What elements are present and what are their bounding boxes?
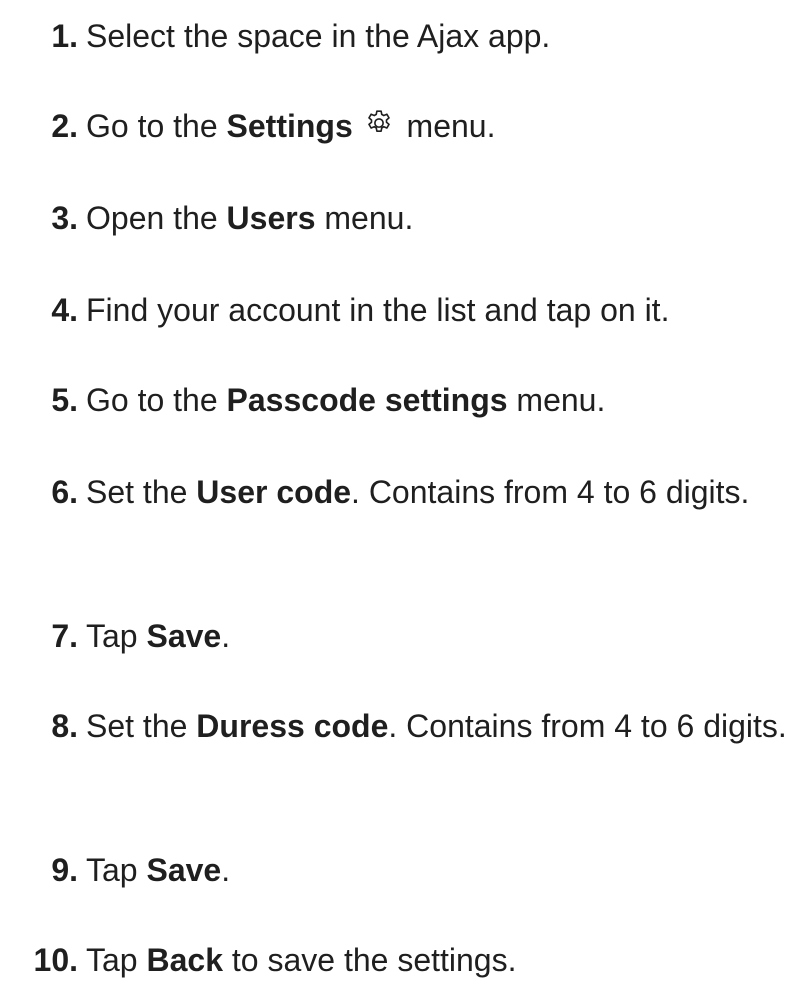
step-text-part: Tap <box>86 852 147 888</box>
step-number: 9. <box>51 852 78 888</box>
step-number: 10. <box>33 942 78 978</box>
passcode-settings-label: Passcode settings <box>226 382 508 418</box>
step-number: 4. <box>51 292 78 328</box>
step-text: Tap Back to save the settings. <box>86 937 796 983</box>
step-text-part: Set the <box>86 474 197 510</box>
step-text-part: Find your account in the list and tap on… <box>86 292 670 328</box>
step-text-part: Open the <box>86 200 227 236</box>
instruction-steps: 1. Select the space in the Ajax app. 2. … <box>0 0 800 992</box>
step-text: Set the User code. Contains from 4 to 6 … <box>86 469 796 515</box>
step-text: Go to the Settings menu. <box>86 103 796 149</box>
step-number: 1. <box>51 18 78 54</box>
back-label: Back <box>146 942 223 978</box>
settings-label: Settings <box>226 108 353 144</box>
step-text-part: Tap <box>86 618 147 654</box>
step-text-part: Go to the <box>86 382 227 418</box>
step-text: Tap Save. <box>86 847 796 893</box>
step-text: Select the space in the Ajax app. <box>86 13 796 59</box>
step-text-part: . Contains from 4 to 6 digits. <box>388 708 787 744</box>
step-text-part: Select the space in the Ajax app. <box>86 18 551 54</box>
step-number: 3. <box>51 200 78 236</box>
step-text-part: Go to the <box>86 108 227 144</box>
step-number: 8. <box>51 708 78 744</box>
step-number: 5. <box>51 382 78 418</box>
step-text-part: Tap <box>86 942 147 978</box>
step-text: Open the Users menu. <box>86 195 796 241</box>
step-number: 7. <box>51 618 78 654</box>
step-text-part: menu. <box>315 200 414 236</box>
step-text: Set the Duress code. Contains from 4 to … <box>86 703 796 749</box>
user-code-label: User code <box>196 474 352 510</box>
step-text-part: . <box>221 618 231 654</box>
save-label: Save <box>146 852 222 888</box>
duress-code-label: Duress code <box>196 708 389 744</box>
step-text: Find your account in the list and tap on… <box>86 287 796 333</box>
step-text-part: menu. <box>507 382 606 418</box>
step-text-part: menu. <box>397 108 496 144</box>
step-text-part: . Contains from 4 to 6 digits. <box>351 474 750 510</box>
step-text: Tap Save. <box>86 613 796 659</box>
step-number: 6. <box>51 474 78 510</box>
users-label: Users <box>226 200 316 236</box>
step-text: Go to the Passcode settings menu. <box>86 377 796 423</box>
step-text-part: Set the <box>86 708 197 744</box>
step-text-part: . <box>221 852 231 888</box>
save-label: Save <box>146 618 222 654</box>
step-text-part: to save the settings. <box>222 942 517 978</box>
gear-icon <box>367 110 390 132</box>
step-number: 2. <box>51 108 78 144</box>
